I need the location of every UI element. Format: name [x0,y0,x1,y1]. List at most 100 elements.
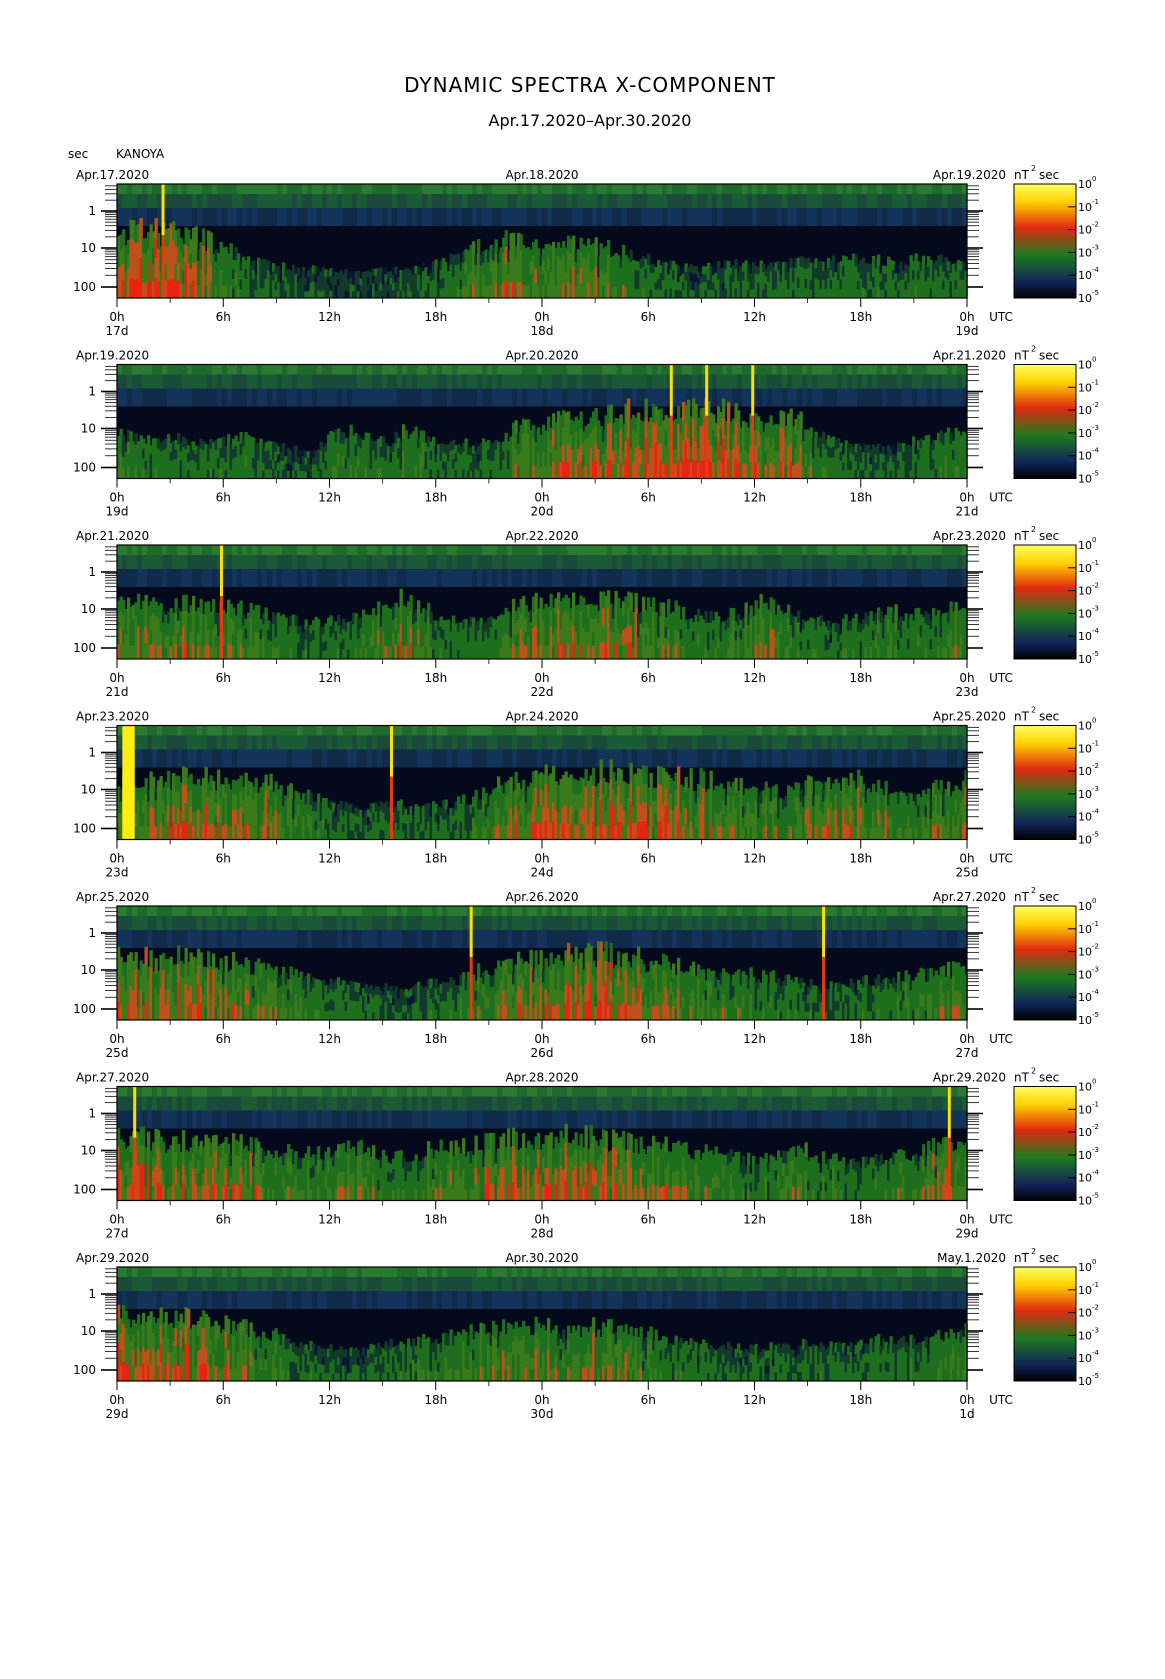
colorbar-tick-base: 10 [1078,381,1092,394]
noise-cell [452,184,458,194]
noise-cell [347,184,353,194]
noise-cell [837,555,843,569]
noise-cell [452,388,458,407]
noise-cell [587,364,593,375]
noise-cell [242,194,248,208]
noise-cell [397,545,403,555]
noise-cell [392,194,398,208]
noise-cell [822,545,828,555]
noise-cell [767,374,773,389]
noise-cell [722,364,728,375]
noise-cell [212,184,218,194]
noise-cell [717,184,723,194]
noise-cell [687,374,693,389]
spectral-cell [199,598,203,615]
noise-cell [482,374,488,389]
noise-cell [632,184,638,194]
noise-cell [242,388,248,407]
noise-cell [552,194,558,208]
utc-label: UTC [989,491,1013,505]
noise-cell [822,364,828,375]
noise-cell [197,555,203,569]
noise-cell [227,194,233,208]
noise-cell [777,364,783,375]
noise-cell [322,364,328,375]
noise-cell [837,374,843,389]
noise-cell [677,194,683,208]
noise-cell [817,184,823,194]
noise-cell [177,388,183,407]
noise-cell [877,374,883,389]
noise-cell [232,364,238,375]
noise-cell [552,364,558,375]
noise-cell [812,374,818,389]
noise-cell [792,388,798,407]
noise-cell [242,374,248,389]
noise-cell [672,555,678,569]
noise-cell [402,364,408,375]
noise-cell [257,208,263,226]
noise-cell [207,545,213,555]
noise-cell [322,388,328,407]
noise-cell [942,569,948,587]
noise-cell [182,194,188,208]
x-tick-label: 12h [318,310,341,324]
noise-cell [132,184,138,194]
noise-cell [567,208,573,226]
noise-cell [857,374,863,389]
noise-cell [617,208,623,226]
colorbar-tick-exponent: -2 [1092,221,1099,229]
noise-cell [727,555,733,569]
noise-cell [277,569,283,587]
noise-cell [627,364,633,375]
colorbar-tick-exponent: 0 [1092,356,1096,364]
noise-cell [822,208,828,226]
noise-cell [862,364,868,375]
noise-cell [607,194,613,208]
noise-cell [897,364,903,375]
noise-cell [762,374,768,389]
noise-cell [422,194,428,208]
noise-cell [822,374,828,389]
noise-cell [952,194,958,208]
noise-cell [162,388,168,407]
noise-cell [522,374,528,389]
noise-cell [277,364,283,375]
noise-cell [937,194,943,208]
noise-cell [572,374,578,389]
noise-cell [752,569,758,587]
noise-cell [757,374,763,389]
colorbar-tick-exponent: -1 [1092,378,1099,386]
noise-cell [197,569,203,587]
noise-cell [357,569,363,587]
noise-cell [512,374,518,389]
noise-cell [542,208,548,226]
noise-cell [277,194,283,208]
noise-cell [912,569,918,587]
noise-cell [847,545,853,555]
noise-cell [907,388,913,407]
noise-cell [512,555,518,569]
noise-cell [187,374,193,389]
noise-cell [942,555,948,569]
noise-cell [117,364,123,375]
noise-cell [872,184,878,194]
noise-cell [287,364,293,375]
noise-cell [142,208,148,226]
noise-cell [377,364,383,375]
noise-cell [737,208,743,226]
spectral-cell [409,594,413,612]
spectral-cell [294,615,298,627]
noise-cell [722,545,728,555]
noise-cell [332,545,338,555]
noise-cell [632,208,638,226]
noise-cell [807,545,813,555]
noise-cell [127,388,133,407]
spectral-cell [607,239,611,255]
noise-cell [272,184,278,194]
noise-cell [572,388,578,407]
noise-cell [897,194,903,208]
noise-cell [137,194,143,208]
noise-cell [207,208,213,226]
noise-cell [837,364,843,375]
